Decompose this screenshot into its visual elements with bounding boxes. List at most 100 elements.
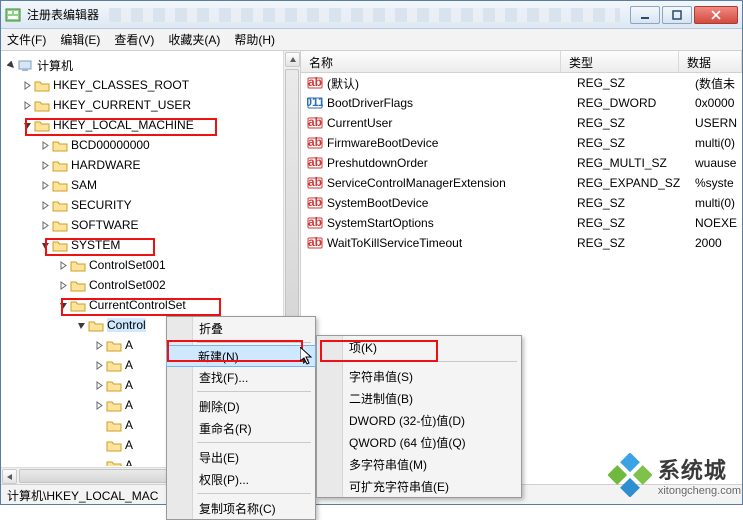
- tree-node[interactable]: HKEY_LOCAL_MACHINE: [5, 115, 300, 135]
- table-row[interactable]: 011 BootDriverFlags REG_DWORD 0x0000: [301, 93, 742, 113]
- expander-icon[interactable]: [21, 121, 33, 130]
- maximize-button[interactable]: [662, 6, 692, 24]
- cell-data: USERN: [695, 116, 742, 130]
- menu-new-dword[interactable]: DWORD (32-位)值(D): [317, 409, 521, 431]
- tree-node[interactable]: CurrentControlSet: [5, 295, 300, 315]
- minimize-button[interactable]: [630, 6, 660, 24]
- menu-new-binary[interactable]: 二进制值(B): [317, 387, 521, 409]
- table-row[interactable]: ab SystemBootDevice REG_SZ multi(0): [301, 193, 742, 213]
- table-row[interactable]: ab ServiceControlManagerExtension REG_EX…: [301, 173, 742, 193]
- scroll-up-button[interactable]: [285, 52, 300, 67]
- tree-node[interactable]: SECURITY: [5, 195, 300, 215]
- scroll-left-button[interactable]: [2, 469, 17, 484]
- folder-icon: [34, 99, 50, 112]
- cell-name: SystemStartOptions: [327, 216, 577, 230]
- expander-icon[interactable]: [5, 61, 17, 70]
- tree-label: ControlSet002: [89, 278, 166, 292]
- expander-icon[interactable]: [93, 401, 105, 410]
- folder-icon: [106, 339, 122, 352]
- tree-node[interactable]: HKEY_CURRENT_USER: [5, 95, 300, 115]
- menu-file[interactable]: 文件(F): [7, 31, 46, 48]
- tree-label: Control: [107, 318, 146, 332]
- svg-text:ab: ab: [308, 115, 322, 129]
- tree-node[interactable]: ControlSet001: [5, 255, 300, 275]
- value-icon: ab: [307, 235, 323, 251]
- menu-new-multi[interactable]: 多字符串值(M): [317, 453, 521, 475]
- expander-icon[interactable]: [93, 341, 105, 350]
- column-type[interactable]: 类型: [561, 51, 679, 72]
- expander-icon[interactable]: [39, 221, 51, 230]
- tree-label: A: [125, 378, 133, 392]
- folder-icon: [106, 419, 122, 432]
- titlebar[interactable]: 注册表编辑器: [1, 1, 742, 29]
- menu-delete[interactable]: 删除(D): [167, 395, 315, 417]
- expander-icon[interactable]: [93, 361, 105, 370]
- column-name[interactable]: 名称: [301, 51, 561, 72]
- menu-permissions[interactable]: 权限(P)...: [167, 468, 315, 490]
- tree-node[interactable]: HKEY_CLASSES_ROOT: [5, 75, 300, 95]
- menubar: 文件(F) 编辑(E) 查看(V) 收藏夹(A) 帮助(H): [1, 29, 742, 51]
- expander-icon[interactable]: [75, 321, 87, 330]
- table-row[interactable]: ab SystemStartOptions REG_SZ NOEXE: [301, 213, 742, 233]
- menu-new-string[interactable]: 字符串值(S): [317, 365, 521, 387]
- expander-icon[interactable]: [57, 281, 69, 290]
- menu-new-expand[interactable]: 可扩充字符串值(E): [317, 475, 521, 497]
- menu-find[interactable]: 查找(F)...: [167, 366, 315, 388]
- table-row[interactable]: ab PreshutdownOrder REG_MULTI_SZ wuause: [301, 153, 742, 173]
- menu-help[interactable]: 帮助(H): [234, 31, 275, 48]
- expander-icon[interactable]: [39, 201, 51, 210]
- menu-rename[interactable]: 重命名(R): [167, 417, 315, 439]
- menu-view[interactable]: 查看(V): [114, 31, 154, 48]
- expander-icon[interactable]: [57, 301, 69, 310]
- menu-copy-key-name[interactable]: 复制项名称(C): [167, 497, 315, 519]
- table-row[interactable]: ab (默认) REG_SZ (数值未: [301, 73, 742, 93]
- tree-node-computer[interactable]: 计算机: [5, 55, 300, 75]
- scrollbar-thumb[interactable]: [285, 69, 299, 329]
- expander-icon[interactable]: [21, 101, 33, 110]
- expander-icon[interactable]: [39, 141, 51, 150]
- tree-node[interactable]: BCD00000000: [5, 135, 300, 155]
- menu-edit[interactable]: 编辑(E): [60, 31, 100, 48]
- menu-label: DWORD (32-位)值(D): [349, 412, 465, 429]
- expander-icon[interactable]: [39, 181, 51, 190]
- menu-new-qword[interactable]: QWORD (64 位)值(Q): [317, 431, 521, 453]
- table-row[interactable]: ab CurrentUser REG_SZ USERN: [301, 113, 742, 133]
- expander-icon[interactable]: [39, 161, 51, 170]
- expander-icon[interactable]: [39, 241, 51, 250]
- table-row[interactable]: ab FirmwareBootDevice REG_SZ multi(0): [301, 133, 742, 153]
- tree-node[interactable]: ControlSet002: [5, 275, 300, 295]
- expander-icon[interactable]: [21, 81, 33, 90]
- tree-node[interactable]: HARDWARE: [5, 155, 300, 175]
- expander-icon[interactable]: [93, 381, 105, 390]
- folder-icon: [52, 219, 68, 232]
- folder-icon: [106, 399, 122, 412]
- tree-node[interactable]: SOFTWARE: [5, 215, 300, 235]
- folder-icon: [106, 359, 122, 372]
- cell-data: NOEXE: [695, 216, 742, 230]
- table-row[interactable]: ab WaitToKillServiceTimeout REG_SZ 2000: [301, 233, 742, 253]
- cell-type: REG_SZ: [577, 216, 695, 230]
- title-blur: [109, 8, 620, 22]
- table-header: 名称 类型 数据: [301, 51, 742, 73]
- column-data[interactable]: 数据: [679, 51, 742, 72]
- menu-label: 重命名(R): [199, 420, 252, 437]
- scrollbar-thumb[interactable]: [19, 469, 189, 483]
- expander-icon[interactable]: [57, 261, 69, 270]
- tree-node[interactable]: SAM: [5, 175, 300, 195]
- menu-export[interactable]: 导出(E): [167, 446, 315, 468]
- menu-label: 可扩充字符串值(E): [349, 478, 449, 495]
- menu-new[interactable]: 新建(N): [166, 345, 316, 367]
- cell-name: SystemBootDevice: [327, 196, 577, 210]
- menu-collapse[interactable]: 折叠: [167, 317, 315, 339]
- menu-label: 导出(E): [199, 449, 239, 466]
- folder-icon: [106, 379, 122, 392]
- menu-new-key[interactable]: 项(K): [317, 336, 521, 358]
- tree-node[interactable]: SYSTEM: [5, 235, 300, 255]
- tree-label: SYSTEM: [71, 238, 120, 252]
- value-icon: ab: [307, 175, 323, 191]
- cell-type: REG_SZ: [577, 236, 695, 250]
- menu-fav[interactable]: 收藏夹(A): [168, 31, 220, 48]
- close-button[interactable]: [694, 6, 738, 24]
- menu-label: 查找(F)...: [199, 369, 248, 386]
- svg-text:ab: ab: [308, 155, 322, 169]
